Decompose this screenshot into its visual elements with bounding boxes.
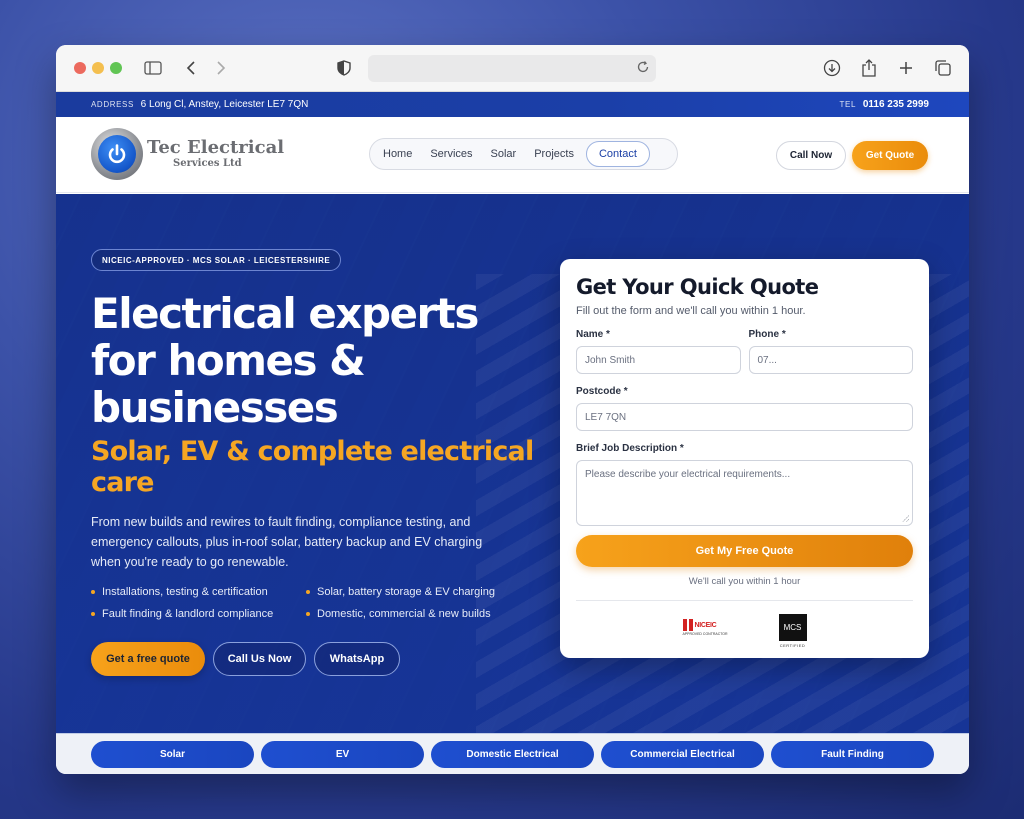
minimize-window-button[interactable] (92, 62, 104, 74)
site-header: Tec Electrical Services Ltd Home Service… (56, 117, 969, 193)
bullet-dot-icon (91, 590, 95, 594)
nav-contact[interactable]: Contact (585, 141, 650, 167)
name-field[interactable]: John Smith (576, 346, 741, 374)
quote-form-title: Get Your Quick Quote (576, 275, 819, 299)
mcs-logo: MCS CERTIFIED (778, 614, 807, 648)
nav-projects[interactable]: Projects (525, 141, 583, 167)
submit-quote-button[interactable]: Get My Free Quote (576, 535, 913, 567)
free-quote-button[interactable]: Get a free quote (91, 642, 205, 676)
nav-home[interactable]: Home (374, 141, 421, 167)
job-description-label: Brief Job Description * (576, 443, 684, 454)
quote-form-subtitle: Fill out the form and we'll call you wit… (576, 305, 806, 317)
top-info-bar: ADDRESS 6 Long Cl, Anstey, Leicester LE7… (56, 92, 969, 117)
address-value: 6 Long Cl, Anstey, Leicester LE7 7QN (140, 99, 309, 110)
service-pill-domestic[interactable]: Domestic Electrical (431, 740, 594, 768)
services-strip: Solar EV Domestic Electrical Commercial … (56, 733, 969, 774)
bullet-dot-icon (91, 612, 95, 616)
main-nav: Home Services Solar Projects Contact (369, 138, 678, 170)
postcode-label: Postcode * (576, 386, 628, 397)
close-window-button[interactable] (74, 62, 86, 74)
address-info: ADDRESS 6 Long Cl, Anstey, Leicester LE7… (91, 99, 308, 110)
back-icon[interactable] (180, 57, 202, 79)
feature-item: Fault finding & landlord compliance (91, 608, 306, 620)
phone-info: TEL 0116 235 2999 (840, 99, 929, 110)
niceic-logo: NICEIC APPROVED CONTRACTOR (682, 619, 729, 643)
service-pill-fault-finding[interactable]: Fault Finding (771, 740, 934, 768)
address-label: ADDRESS (91, 100, 134, 109)
feature-item: Domestic, commercial & new builds (306, 608, 521, 620)
logo[interactable]: Tec Electrical Services Ltd (91, 128, 284, 180)
certification-logos: NICEIC APPROVED CONTRACTOR MCS CERTIFIED (576, 614, 913, 648)
service-pill-solar[interactable]: Solar (91, 740, 254, 768)
share-icon[interactable] (858, 57, 880, 79)
get-quote-button[interactable]: Get Quote (852, 141, 928, 170)
reload-icon[interactable] (636, 60, 650, 79)
bullet-dot-icon (306, 590, 310, 594)
feature-item: Installations, testing & certification (91, 586, 306, 598)
browser-window: ADDRESS 6 Long Cl, Anstey, Leicester LE7… (56, 45, 969, 774)
divider (576, 600, 913, 601)
hero-description: From new builds and rewires to fault fin… (91, 515, 483, 569)
sidebar-toggle-icon[interactable] (142, 57, 164, 79)
tel-value[interactable]: 0116 235 2999 (863, 99, 929, 110)
postcode-field[interactable]: LE7 7QN (576, 403, 913, 431)
job-description-field[interactable]: Please describe your electrical requirem… (576, 460, 913, 526)
hero-subtitle: Solar, EV & complete electrical care (91, 436, 534, 498)
feature-list: Installations, testing & certification S… (91, 586, 531, 620)
nav-services[interactable]: Services (421, 141, 481, 167)
name-label: Name * (576, 329, 610, 340)
bullet-dot-icon (306, 612, 310, 616)
callback-note: We'll call you within 1 hour (688, 576, 801, 587)
browser-toolbar (56, 45, 969, 92)
call-now-button[interactable]: Call Now (776, 141, 846, 170)
niceic-cross-icon (682, 619, 693, 631)
tab-overview-icon[interactable] (932, 57, 954, 79)
logo-title: Tec Electrical (147, 137, 285, 158)
nav-solar[interactable]: Solar (482, 141, 526, 167)
phone-field[interactable]: 07... (748, 346, 913, 374)
forward-icon[interactable] (210, 57, 232, 79)
quote-form-card: Get Your Quick Quote Fill out the form a… (560, 259, 929, 658)
power-logo-icon (91, 128, 143, 180)
privacy-shield-icon[interactable] (333, 57, 355, 79)
new-tab-icon[interactable] (895, 57, 917, 79)
call-us-button[interactable]: Call Us Now (213, 642, 306, 676)
phone-label: Phone * (748, 329, 786, 340)
logo-subtitle: Services Ltd (173, 158, 242, 169)
tel-label: TEL (839, 100, 857, 109)
service-pill-ev[interactable]: EV (261, 740, 424, 768)
address-bar[interactable] (368, 55, 656, 82)
resize-handle-icon[interactable] (902, 515, 909, 522)
hero-section: NICEIC-APPROVED · MCS SOLAR · LEICESTERS… (56, 194, 969, 733)
hero-title: Electrical experts for homes & businesse… (91, 289, 479, 432)
download-icon[interactable] (821, 57, 843, 79)
whatsapp-button[interactable]: WhatsApp (314, 642, 400, 676)
hero-actions: Get a free quote Call Us Now WhatsApp (91, 642, 400, 676)
maximize-window-button[interactable] (110, 62, 122, 74)
accreditation-badge: NICEIC-APPROVED · MCS SOLAR · LEICESTERS… (91, 249, 342, 271)
service-pill-commercial[interactable]: Commercial Electrical (601, 740, 764, 768)
feature-item: Solar, battery storage & EV charging (306, 586, 521, 598)
